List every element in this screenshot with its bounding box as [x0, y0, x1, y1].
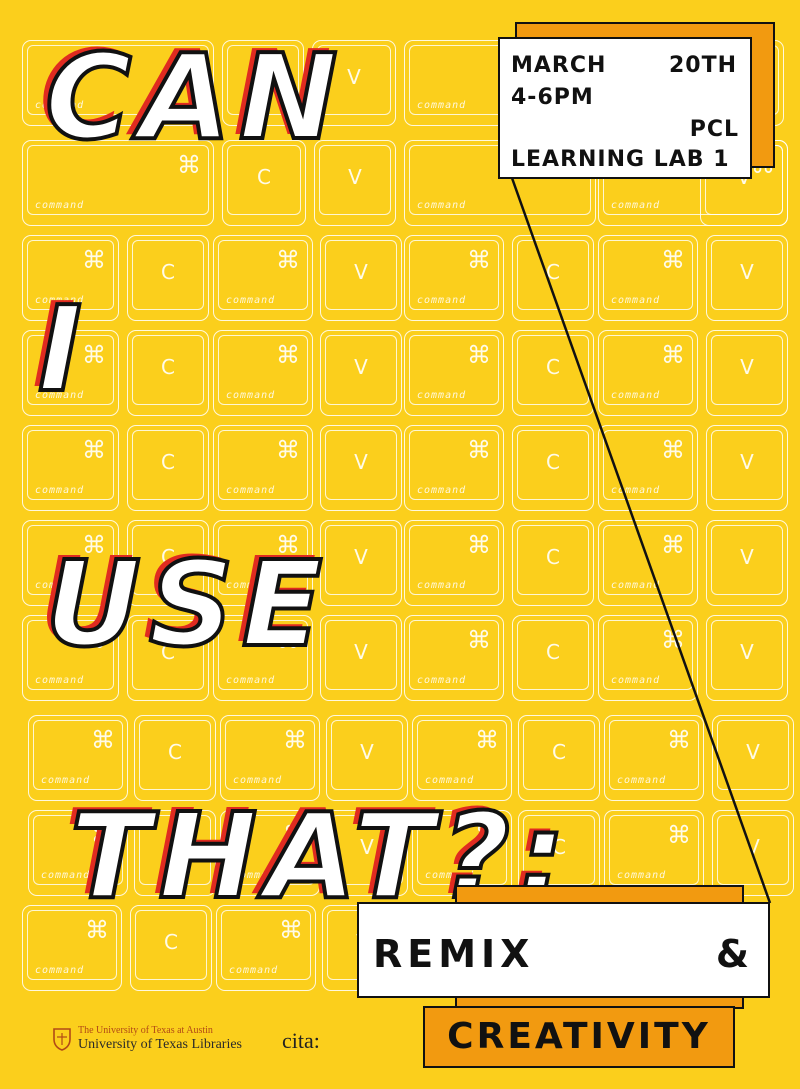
- event-room: LEARNING LAB 1: [511, 147, 730, 172]
- event-day: 20TH: [668, 53, 737, 78]
- event-month: MARCH: [511, 53, 607, 78]
- title-use: USE: [43, 535, 331, 673]
- title-can: CAN: [43, 28, 346, 166]
- title-i: I: [36, 280, 90, 418]
- event-info-box: MARCH 20TH 4-6PM PCL LEARNING LAB 1: [498, 37, 752, 179]
- cita-logo: cita:: [282, 1028, 320, 1053]
- ut-austin-text: The University of Texas at Austin: [78, 1025, 213, 1036]
- event-time: 4-6PM: [511, 85, 594, 110]
- remix-box: REMIX &: [357, 902, 770, 998]
- poster: ⌘commandCV⌘commandCV⌘commandCV⌘command⌘c…: [0, 0, 800, 1089]
- ut-shield-icon: [53, 1028, 71, 1051]
- ampersand: &: [715, 932, 754, 976]
- ut-libraries-text: University of Texas Libraries: [78, 1037, 242, 1052]
- event-building: PCL: [689, 117, 739, 142]
- creativity-box: CREATIVITY: [423, 1006, 735, 1068]
- remix-word: REMIX: [373, 932, 535, 976]
